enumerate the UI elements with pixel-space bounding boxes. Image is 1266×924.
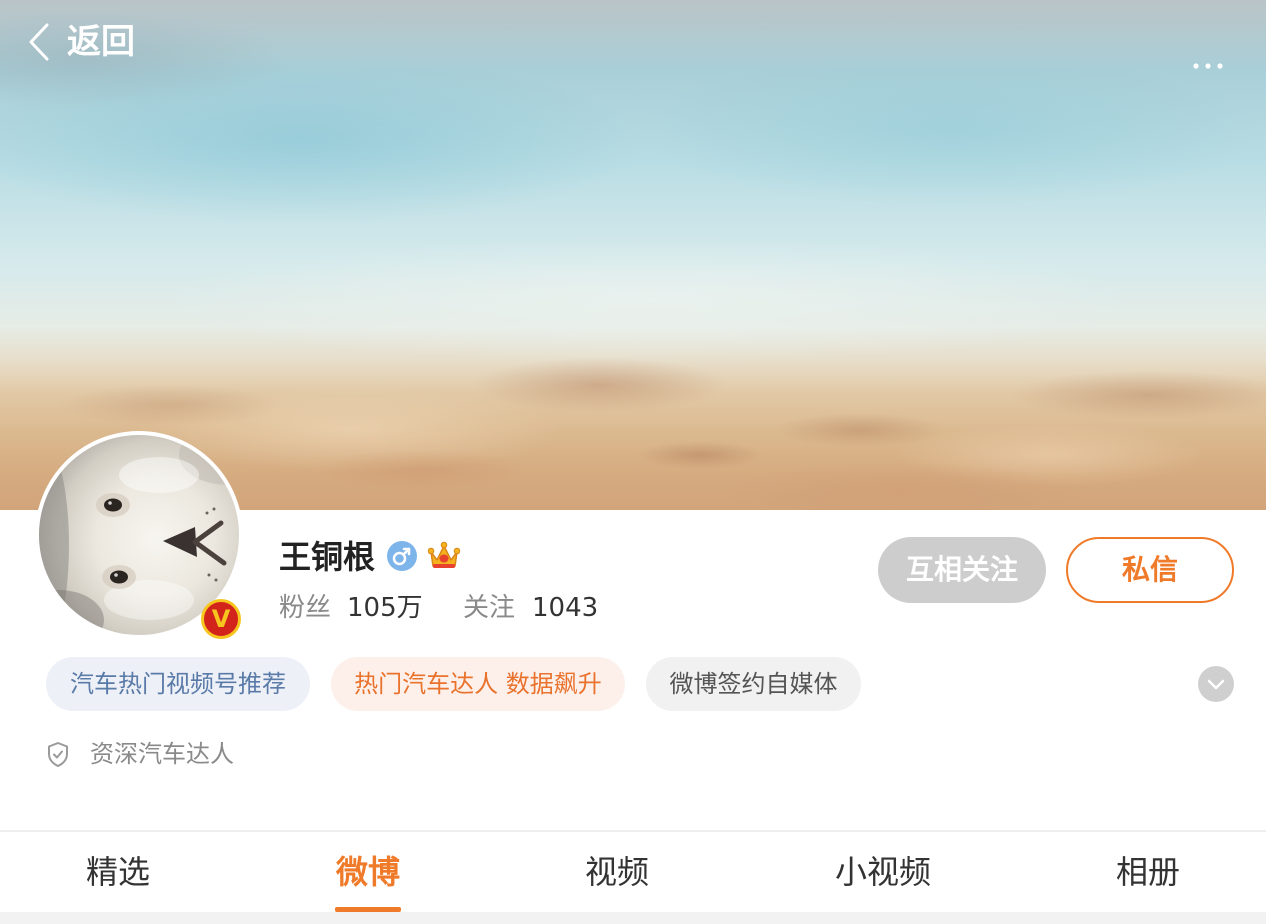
back-label: 返回 xyxy=(67,22,135,62)
tab-label: 微博 xyxy=(335,853,400,891)
male-icon xyxy=(387,541,417,571)
verified-badge-icon: V xyxy=(201,599,241,639)
more-dots-icon xyxy=(1193,63,1223,69)
profile-page: 返回 V 王铜根 粉丝 105万 关注 1043 互相关注 私信 汽车热门视频号… xyxy=(0,0,1266,924)
message-button[interactable]: 私信 xyxy=(1066,537,1234,603)
followers-label: 粉丝 xyxy=(279,593,332,623)
mutual-follow-button[interactable]: 互相关注 xyxy=(878,537,1046,603)
followers-count[interactable]: 105万 xyxy=(347,590,423,626)
following-count[interactable]: 1043 xyxy=(532,590,598,626)
following-label: 关注 xyxy=(463,593,516,623)
crown-icon[interactable] xyxy=(428,541,460,571)
back-button[interactable]: 返回 xyxy=(24,20,144,64)
tag-hot-auto-expert[interactable]: 热门汽车达人 数据飙升 xyxy=(331,657,625,711)
tab-label: 小视频 xyxy=(834,853,931,891)
profile-name: 王铜根 xyxy=(279,538,376,576)
tab-label: 视频 xyxy=(584,853,649,891)
avatar[interactable]: V xyxy=(35,431,243,639)
tab-bar: 精选 微博 视频 小视频 相册 xyxy=(0,832,1266,912)
more-button[interactable] xyxy=(1186,52,1230,80)
tab-short-video[interactable]: 小视频 xyxy=(803,832,963,912)
tab-label: 精选 xyxy=(85,853,150,891)
verification-text: 资深汽车达人 xyxy=(90,740,234,768)
chevron-left-icon xyxy=(29,23,49,61)
cover-banner: 返回 xyxy=(0,0,1266,510)
tab-album[interactable]: 相册 xyxy=(1068,832,1228,912)
tab-weibo[interactable]: 微博 xyxy=(288,832,448,912)
chevron-down-icon[interactable] xyxy=(1198,666,1234,702)
tab-featured[interactable]: 精选 xyxy=(38,832,198,912)
tag-signed-media[interactable]: 微博签约自媒体 xyxy=(646,657,861,711)
tag-video-recommend[interactable]: 汽车热门视频号推荐 xyxy=(46,657,310,711)
tab-video[interactable]: 视频 xyxy=(537,832,697,912)
shield-check-icon xyxy=(48,742,68,767)
bottom-strip xyxy=(0,912,1266,924)
tab-label: 相册 xyxy=(1115,853,1180,891)
